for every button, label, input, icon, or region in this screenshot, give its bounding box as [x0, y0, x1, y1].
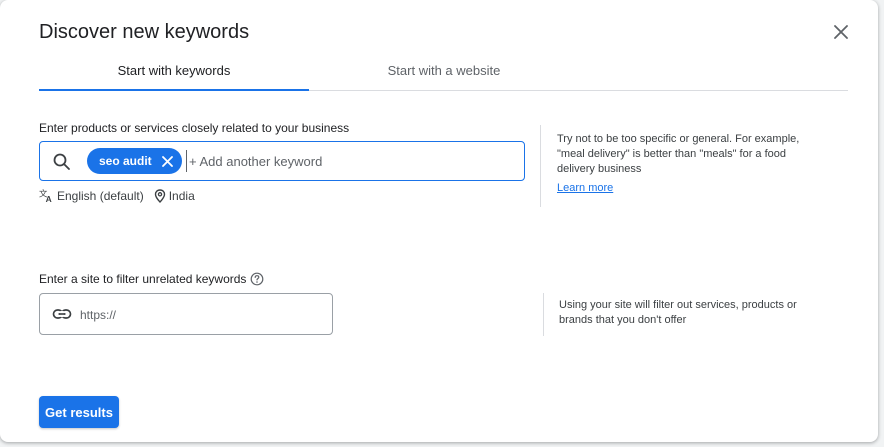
keyword-settings-row: 文 A English (default) India [39, 188, 195, 203]
language-selector[interactable]: 文 A English (default) [39, 188, 144, 203]
vertical-divider [543, 293, 544, 336]
language-label: English (default) [57, 188, 144, 203]
help-icon[interactable] [250, 272, 264, 286]
active-tab-indicator [39, 89, 309, 91]
get-results-button[interactable]: Get results [39, 396, 119, 428]
learn-more-link[interactable]: Learn more [557, 182, 613, 194]
keywords-hint: Try not to be too specific or general. F… [557, 133, 800, 175]
close-icon [162, 155, 174, 167]
discover-keywords-dialog: Discover new keywords Start with keyword… [0, 0, 878, 442]
site-hint: Using your site will filter out services… [559, 299, 797, 326]
site-entry-box[interactable] [39, 293, 333, 335]
link-icon [52, 309, 72, 319]
location-label: India [168, 188, 195, 203]
tab-start-with-website[interactable]: Start with a website [309, 50, 579, 90]
vertical-divider [540, 125, 541, 207]
remove-keyword-button[interactable] [160, 153, 176, 169]
keyword-input[interactable] [186, 150, 509, 172]
site-filter-label-text: Enter a site to filter unrelated keyword… [39, 272, 247, 286]
location-selector[interactable]: India [154, 189, 195, 203]
close-button[interactable] [829, 20, 853, 44]
keywords-label: Enter products or services closely relat… [39, 121, 350, 135]
keyword-entry-box[interactable]: seo audit [39, 141, 525, 181]
tab-bar: Start with keywords Start with a website [39, 50, 848, 91]
search-icon [53, 153, 70, 170]
keyword-chip-label: seo audit [99, 154, 152, 168]
close-icon [834, 25, 848, 39]
dialog-title: Discover new keywords [39, 21, 250, 43]
svg-text:A: A [46, 194, 52, 203]
location-pin-icon [154, 188, 165, 203]
site-url-input[interactable] [78, 304, 322, 326]
keyword-chip: seo audit [87, 148, 182, 174]
site-filter-label: Enter a site to filter unrelated keyword… [39, 272, 264, 286]
translate-icon: 文 A [39, 188, 52, 203]
tab-start-with-keywords[interactable]: Start with keywords [39, 50, 309, 90]
